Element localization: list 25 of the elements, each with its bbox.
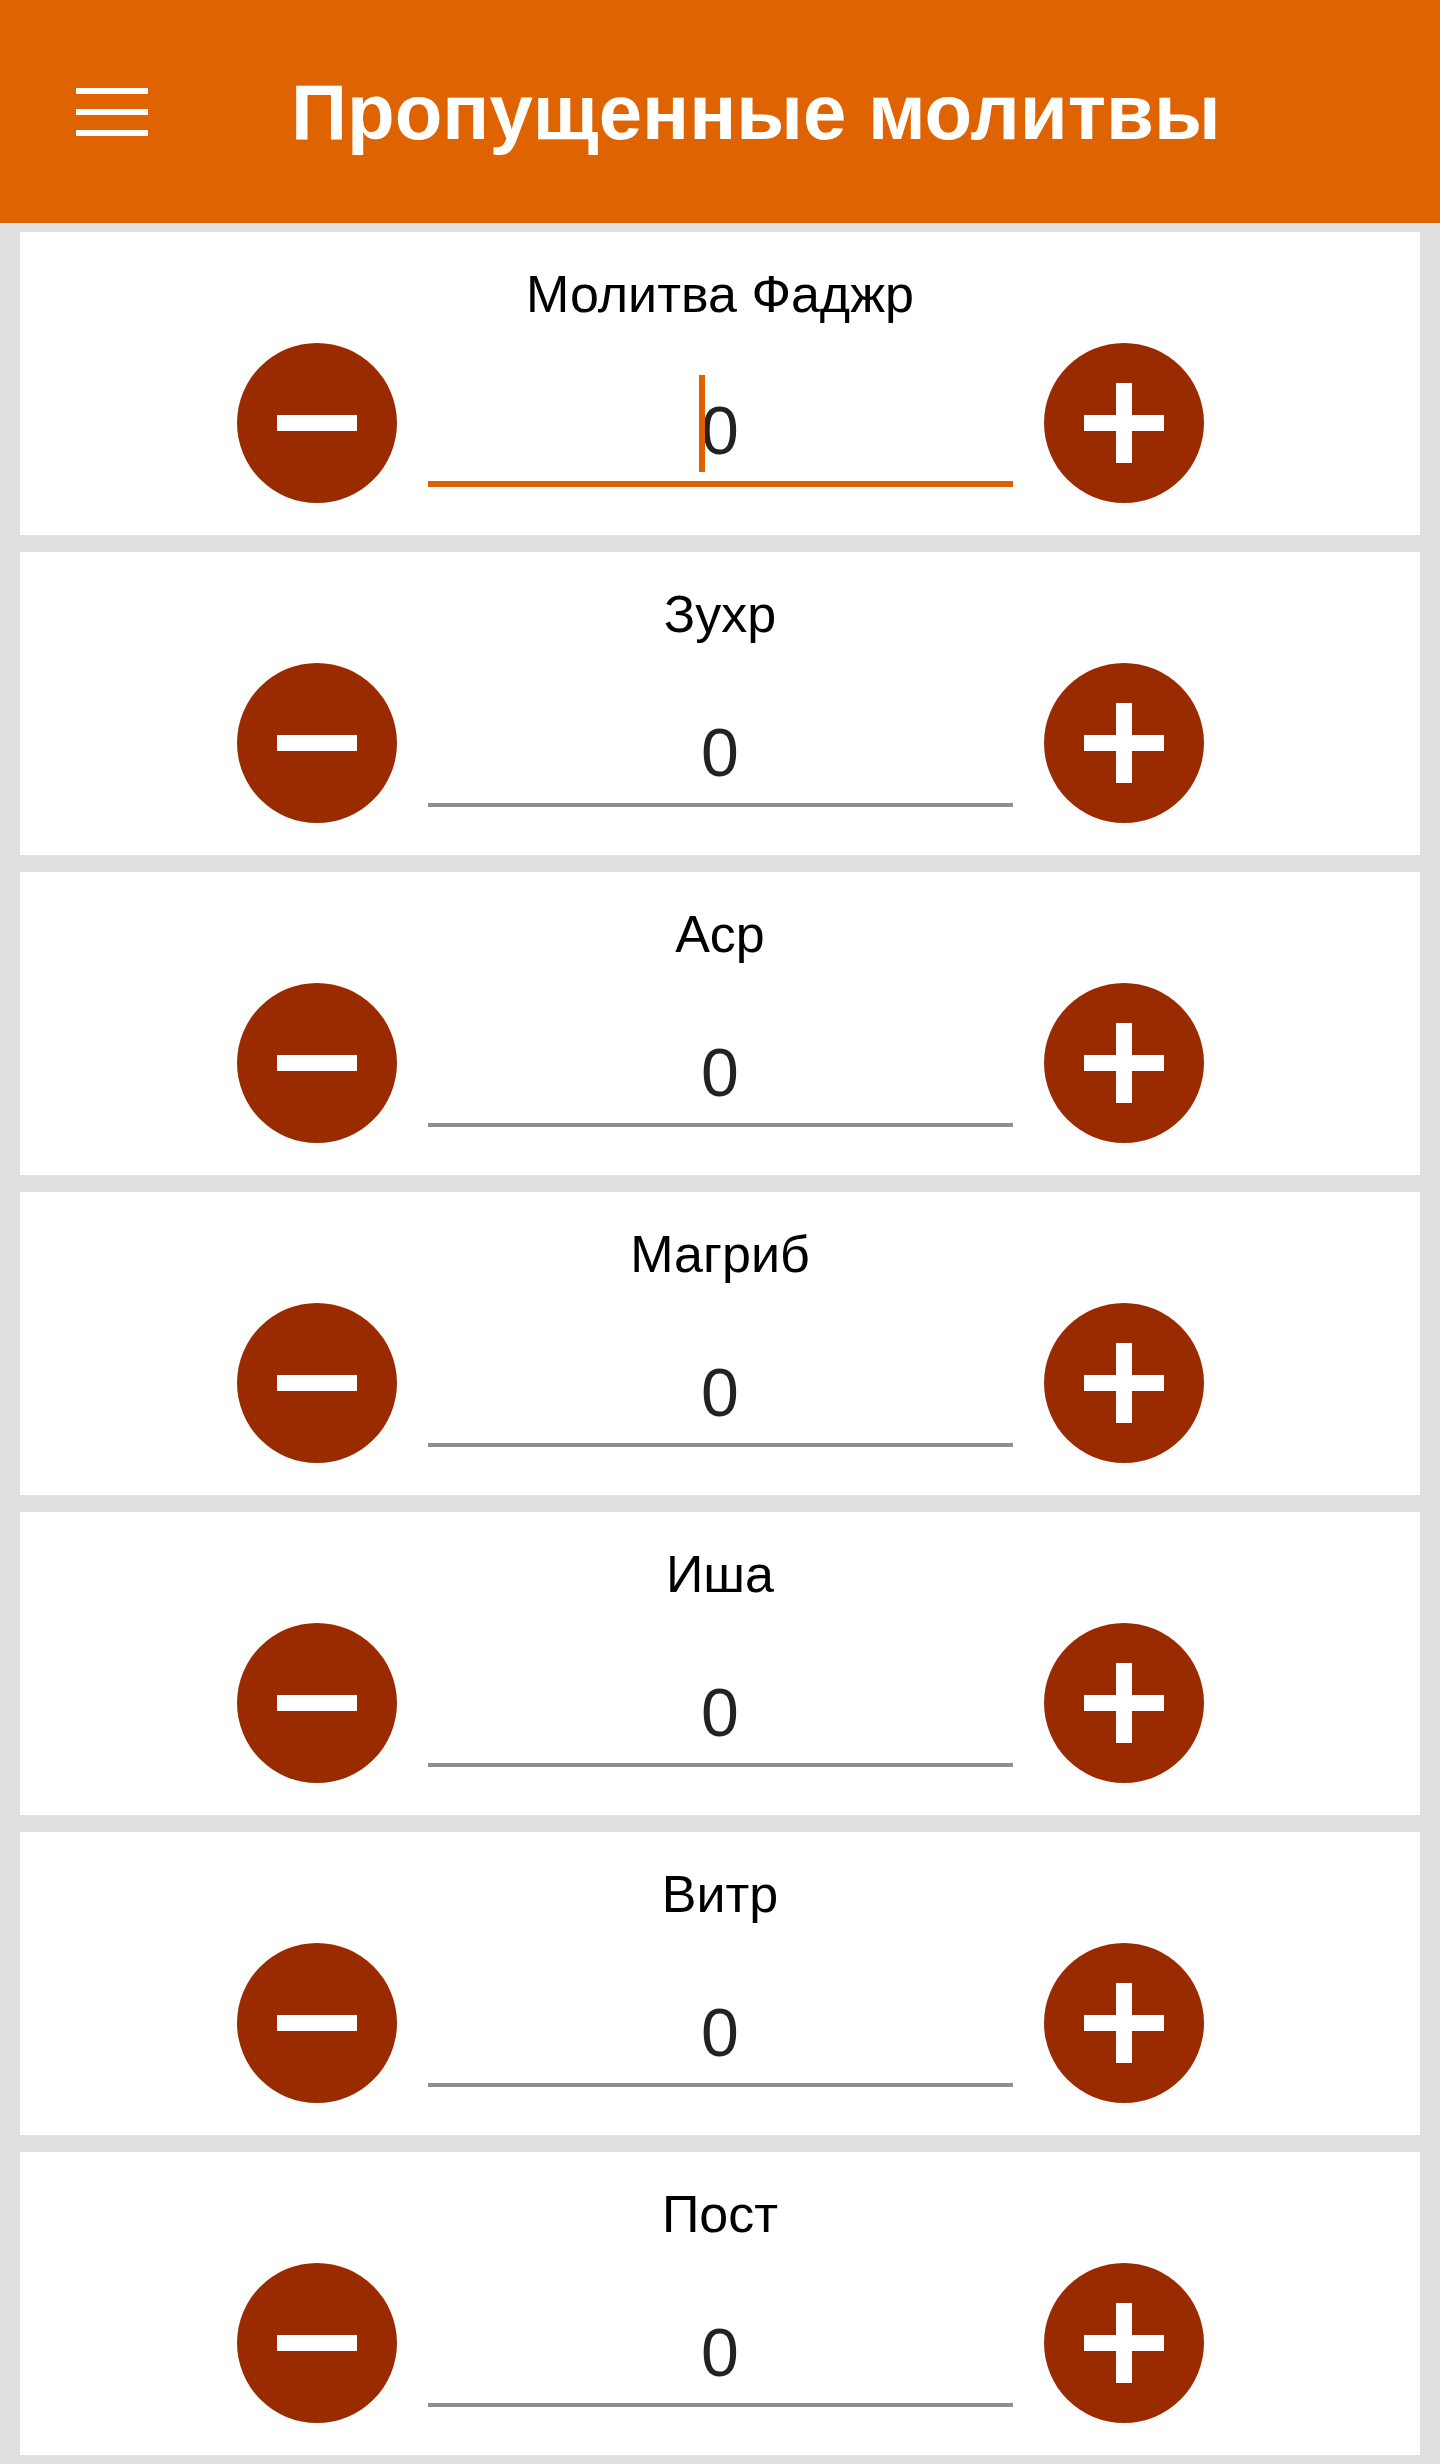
text-cursor-icon [699,375,706,472]
menu-icon[interactable] [76,87,148,136]
minus-icon [276,415,357,431]
minus-icon [276,2015,357,2031]
plus-icon [1083,1343,1164,1423]
minus-icon [276,1055,357,1071]
minus-icon [276,1695,357,1711]
prayer-label: Иша [666,1548,774,1600]
plus-icon [1083,1023,1164,1103]
number-field[interactable]: 0 [427,1623,1013,1767]
minus-icon [276,1375,357,1391]
plus-icon [1083,703,1164,783]
prayer-label: Пост [661,2188,779,2240]
plus-icon [1083,383,1164,463]
number-field[interactable]: 0 [427,2263,1013,2407]
number-field[interactable]: 0 [427,983,1013,1127]
number-field[interactable]: 0 [427,1943,1013,2087]
minus-icon [276,735,357,751]
plus-icon [1083,1663,1164,1743]
minus-icon [276,2335,357,2351]
plus-icon [1083,2303,1164,2383]
plus-icon [1083,1983,1164,2063]
number-field[interactable]: 0 [427,663,1013,807]
number-field[interactable]: 0 [427,1303,1013,1447]
number-field[interactable]: 0 [427,343,1013,487]
